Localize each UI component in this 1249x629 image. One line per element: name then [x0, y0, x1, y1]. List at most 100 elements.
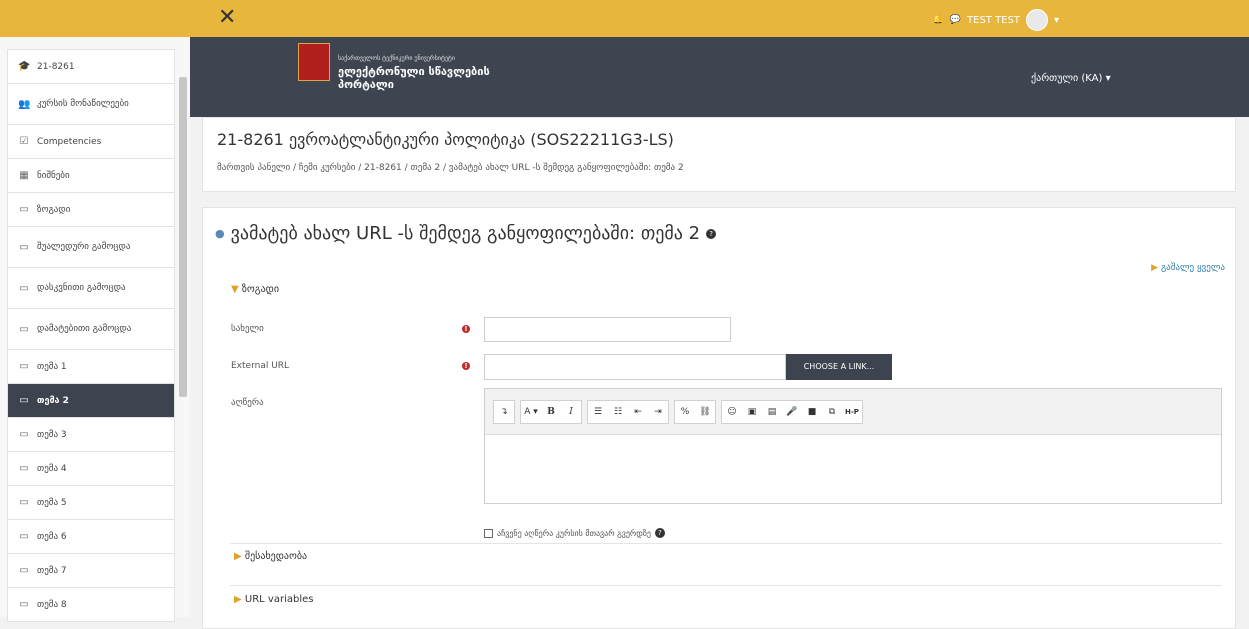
outdent-icon[interactable]: ⇤ [628, 407, 648, 417]
required-icon: ! [462, 362, 470, 370]
sidebar-item-topic-4[interactable]: ▭ თემა 4 [7, 451, 175, 486]
sidebar-list: 🎓 21-8261 👥 კურსის მონაწილეები ☑ Competenci… [7, 49, 175, 622]
sidebar-item-label: თემა 8 [37, 599, 67, 610]
sidebar-item-topic-6[interactable]: ▭ თემა 6 [7, 519, 175, 554]
toolbar-group-collapse: ↴ [493, 399, 515, 424]
sidebar-item-topic-7[interactable]: ▭ თემა 7 [7, 553, 175, 588]
portal-name-line2: პორტალი [338, 78, 394, 91]
help-icon[interactable]: ? [706, 228, 717, 239]
show-description-option: აჩვენე აღწერა კურსის მთავარ გვერდზე ? [484, 528, 665, 538]
triangle-down-icon: ▼ [231, 284, 239, 295]
sidebar-item-topic-1[interactable]: ▭ თემა 1 [7, 349, 175, 384]
language-menu[interactable]: ქართული (KA) ▾ [1031, 73, 1111, 84]
university-logo[interactable] [298, 43, 330, 81]
name-label: სახელი [231, 324, 264, 334]
sidebar-item-topic-5[interactable]: ▭ თემა 5 [7, 485, 175, 520]
section-general-label: ზოგადი [241, 284, 279, 295]
form-heading-text: ვამატებ ახალ URL -ს შემდეგ განყოფილებაში… [230, 223, 701, 244]
microphone-icon[interactable]: 🎤 [782, 407, 802, 417]
triangle-right-icon: ▶ [1151, 263, 1159, 273]
expand-all-label: გაშალე ყველა [1160, 263, 1225, 273]
external-url-input[interactable] [484, 354, 786, 380]
sidebar-scrollbar[interactable] [179, 77, 187, 397]
collapse-toolbar-button[interactable]: ↴ [494, 407, 514, 417]
site-name[interactable]: საქართველოს ტექნიკური უნივერსიტეტი ელექტ… [338, 52, 490, 91]
sidebar-item-label: თემა 6 [37, 531, 67, 542]
avatar[interactable] [1025, 9, 1048, 31]
sidebar-item-participants[interactable]: 👥 კურსის მონაწილეები [7, 83, 175, 125]
description-editor[interactable]: ↴ A ▾ B I ☰ ☷ ⇤ ⇥ % ⛓ ☺ ▣ ▤ 🎤 ■ ⧉ H-P [484, 388, 1222, 504]
site-header: საქართველოს ტექნიკური უნივერსიტეტი ელექტ… [190, 37, 1249, 117]
section-general-toggle[interactable]: ▼ ზოგადი [231, 284, 279, 295]
folder-icon: ▭ [19, 323, 29, 335]
section-appearance-toggle[interactable]: ▶ შესახედაობა [234, 551, 307, 562]
help-icon[interactable]: ? [654, 528, 665, 538]
sidebar-item-label: კურსის მონაწილეები [37, 99, 129, 109]
sidebar-item-label: შუალედური გამოცდა [37, 242, 131, 252]
sidebar-item-grades[interactable]: ▦ ნიშნები [7, 158, 175, 193]
indent-icon[interactable]: ⇥ [648, 407, 668, 417]
course-nav-drawer: 🎓 21-8261 👥 კურსის მონაწილეები ☑ Competenci… [0, 37, 190, 622]
name-input[interactable] [484, 317, 731, 342]
image-icon[interactable]: ▣ [742, 407, 762, 417]
sidebar-item-label: ზოგადი [37, 204, 71, 215]
sidebar-item-competencies[interactable]: ☑ Competencies [7, 124, 175, 159]
ordered-list-icon[interactable]: ☷ [608, 407, 628, 417]
folder-icon: ▭ [19, 361, 29, 372]
video-icon[interactable]: ■ [802, 407, 822, 417]
users-icon: 👥 [18, 98, 31, 110]
sidebar-item-midterm[interactable]: ▭ შუალედური გამოცდა [7, 226, 175, 268]
unlink-icon[interactable]: ⛓ [695, 407, 715, 417]
triangle-right-icon: ▶ [234, 551, 242, 562]
description-label: აღწერა [231, 398, 264, 408]
italic-button[interactable]: I [561, 407, 581, 417]
sidebar-item-topic-2[interactable]: ▭ თემა 2 [7, 383, 175, 418]
choose-link-button[interactable]: CHOOSE A LINK... [786, 354, 892, 380]
sidebar-item-extra-exam[interactable]: ▭ დამატებითი გამოცდა [7, 308, 175, 350]
sidebar-item-label: თემა 3 [37, 429, 67, 440]
user-menu-caret-icon[interactable]: ▾ [1054, 15, 1059, 26]
editor-toolbar: ↴ A ▾ B I ☰ ☷ ⇤ ⇥ % ⛓ ☺ ▣ ▤ 🎤 ■ ⧉ H-P [485, 389, 1221, 435]
folder-icon: ▭ [19, 565, 29, 576]
h5p-icon[interactable]: H-P [842, 408, 862, 416]
folder-icon: ▭ [19, 204, 29, 215]
close-drawer-icon[interactable]: ✕ [218, 5, 236, 31]
sidebar-item-label: დამატებითი გამოცდა [37, 324, 132, 334]
messages-icon[interactable]: 💬 [950, 15, 961, 25]
link-icon[interactable]: % [675, 407, 695, 417]
media-icon[interactable]: ▤ [762, 407, 782, 417]
sidebar-item-general[interactable]: ▭ ზოგადი [7, 192, 175, 227]
manage-files-icon[interactable]: ⧉ [822, 407, 842, 417]
form-heading: ● ვამატებ ახალ URL -ს შემდეგ განყოფილება… [215, 223, 717, 244]
font-style-button[interactable]: A ▾ [521, 407, 541, 417]
bold-button[interactable]: B [541, 407, 561, 417]
folder-icon: ▭ [19, 429, 29, 440]
folder-icon: ▭ [19, 282, 29, 294]
checkbox-icon: ☑ [19, 136, 29, 147]
section-divider [230, 543, 1222, 544]
user-name[interactable]: TEST TEST [967, 15, 1020, 26]
toolbar-group-text: A ▾ B I [520, 399, 582, 424]
sidebar-item-label: Competencies [37, 136, 102, 147]
external-url-label: External URL [231, 361, 290, 371]
unordered-list-icon[interactable]: ☰ [588, 407, 608, 417]
emoticon-icon[interactable]: ☺ [722, 407, 742, 417]
section-appearance-label: შესახედაობა [244, 551, 308, 562]
folder-icon: ▭ [19, 497, 29, 508]
sidebar-item-final-exam[interactable]: ▭ დასკვნითი გამოცდა [7, 267, 175, 309]
expand-all-link[interactable]: ▶ გაშალე ყველა [1151, 263, 1225, 273]
notification-bell-icon[interactable]: 🔔 [933, 15, 944, 25]
graduation-cap-icon: 🎓 [18, 61, 31, 72]
folder-icon: ▭ [19, 463, 29, 474]
section-url-variables-toggle[interactable]: ▶ URL variables [234, 594, 313, 605]
sidebar-item-course[interactable]: 🎓 21-8261 [7, 49, 175, 84]
show-description-label[interactable]: აჩვენე აღწერა კურსის მთავარ გვერდზე [497, 529, 651, 538]
sidebar-item-topic-3[interactable]: ▭ თემა 3 [7, 417, 175, 452]
editor-content-area[interactable] [485, 435, 1221, 505]
sidebar-item-label: 21-8261 [37, 61, 75, 72]
user-menu-area: 🔔 💬 TEST TEST ▾ [933, 9, 1059, 31]
sidebar-item-label: თემა 1 [37, 361, 67, 372]
section-url-variables-label: URL variables [244, 594, 314, 605]
show-description-checkbox[interactable] [484, 528, 493, 538]
breadcrumb[interactable]: მართვის პანელი / ჩემი კურსები / 21-8261 … [217, 163, 684, 173]
